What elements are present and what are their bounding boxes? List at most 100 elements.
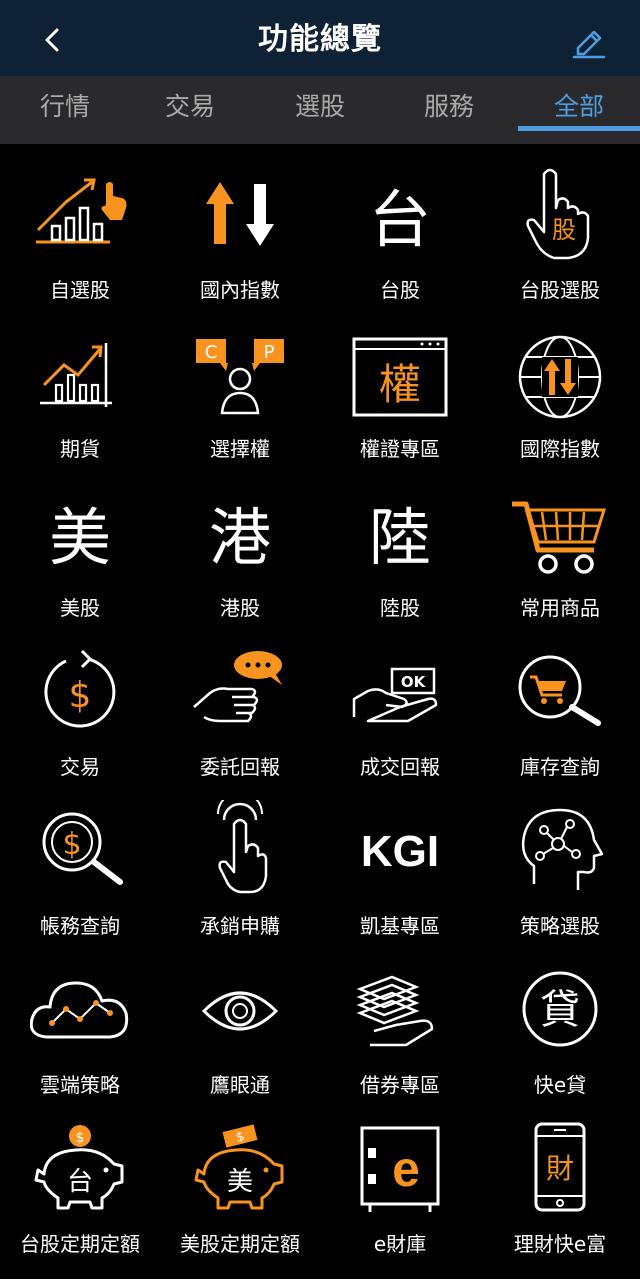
- kgi-logo-icon: KGI: [350, 800, 450, 900]
- item-label: 策略選股: [520, 914, 600, 938]
- grid-item-securities-lending[interactable]: 借券專區: [320, 939, 480, 1098]
- tai-character-icon: 台: [368, 183, 431, 256]
- top-bar: 功能總覽: [0, 0, 640, 76]
- item-label: 常用商品: [520, 596, 600, 620]
- grid-item-e-vault[interactable]: e e財庫: [320, 1098, 480, 1257]
- glyph: 貸: [540, 987, 580, 1033]
- item-label: 美股: [60, 596, 100, 620]
- mei-character-icon: 美: [48, 501, 111, 574]
- grid-item-kgi-zone[interactable]: KGI 凱基專區: [320, 780, 480, 939]
- item-label: 選擇權: [210, 437, 270, 461]
- grid-item-quick-loan[interactable]: 貸 快e貸: [480, 939, 640, 1098]
- grid-item-global-index[interactable]: 國際指數: [480, 303, 640, 462]
- item-label: 國內指數: [200, 278, 280, 302]
- item-label: e財庫: [373, 1232, 427, 1256]
- item-label: 快e貸: [533, 1073, 587, 1097]
- glyph: 美: [227, 1167, 253, 1197]
- glyph: KGI: [361, 827, 439, 876]
- item-label: 國際指數: [520, 437, 600, 461]
- glyph: 股: [552, 216, 576, 244]
- rising-chart-icon: [30, 323, 130, 423]
- grid-item-ipo-subscription[interactable]: 承銷申購: [160, 780, 320, 939]
- grid-item-order-report[interactable]: 委託回報: [160, 621, 320, 780]
- grid-item-us-stock[interactable]: 美 美股: [0, 462, 160, 621]
- hand-ok-bill-icon: OK: [350, 641, 450, 741]
- grid-item-us-regular-investment[interactable]: $ 美 美股定期定額: [160, 1098, 320, 1257]
- grid-item-tw-regular-investment[interactable]: $ 台 台股定期定額: [0, 1098, 160, 1257]
- item-label: 台股定期定額: [20, 1232, 140, 1256]
- glyph: $: [69, 675, 92, 716]
- item-label: 帳務查詢: [40, 914, 120, 938]
- grid-item-account-query[interactable]: $ 帳務查詢: [0, 780, 160, 939]
- item-label: 理財快e富: [513, 1232, 607, 1256]
- glyph: 財: [546, 1152, 574, 1185]
- glyph: 權: [379, 360, 421, 409]
- glyph-c: C: [205, 342, 218, 363]
- item-label: 成交回報: [360, 755, 440, 779]
- phone-wealth-icon: 財: [510, 1118, 610, 1218]
- grid-item-watchlist[interactable]: 自選股: [0, 144, 160, 303]
- item-label: 港股: [220, 596, 260, 620]
- dollar-cycle-icon: $: [30, 641, 130, 741]
- pointing-hand-icon: 股: [510, 164, 610, 264]
- cart-magnifier-icon: [510, 641, 610, 741]
- brain-network-icon: [510, 800, 610, 900]
- grid-item-cn-stock[interactable]: 陸 陸股: [320, 462, 480, 621]
- item-label: 台股: [380, 278, 420, 302]
- grid-item-warrants[interactable]: 權 權證專區: [320, 303, 480, 462]
- page-title: 功能總覽: [258, 22, 382, 57]
- grid-item-domestic-index[interactable]: 國內指數: [160, 144, 320, 303]
- grid-item-inventory[interactable]: 庫存查詢: [480, 621, 640, 780]
- warrant-window-icon: 權: [350, 323, 450, 423]
- chart-with-hand-icon: [30, 164, 130, 264]
- up-down-arrows-icon: [190, 164, 290, 264]
- hand-speech-bubble-icon: [190, 641, 290, 741]
- item-label: 交易: [60, 755, 100, 779]
- tapping-finger-icon: [190, 791, 290, 900]
- active-tab-indicator: [518, 126, 640, 131]
- tab-services[interactable]: 服務: [384, 76, 514, 138]
- item-label: 陸股: [380, 596, 420, 620]
- item-label: 權證專區: [360, 437, 440, 461]
- grid-item-cloud-strategy[interactable]: 雲端策略: [0, 939, 160, 1098]
- dollar-magnifier-icon: $: [30, 800, 130, 900]
- globe-arrows-icon: [510, 323, 610, 423]
- loan-circle-icon: 貸: [510, 959, 610, 1059]
- lu-character-icon: 陸: [368, 501, 431, 574]
- grid-item-hk-stock[interactable]: 港 港股: [160, 462, 320, 621]
- grid-item-options[interactable]: C P 選擇權: [160, 303, 320, 462]
- call-put-person-icon: C P: [190, 323, 290, 423]
- svg-text:$: $: [76, 1130, 85, 1146]
- cloud-chart-icon: [29, 959, 130, 1059]
- grid-item-trade[interactable]: $ 交易: [0, 621, 160, 780]
- item-label: 庫存查詢: [520, 755, 600, 779]
- category-tabs: 行情 交易 選股 服務 全部: [0, 76, 640, 144]
- tab-trade[interactable]: 交易: [125, 76, 255, 138]
- item-label: 凱基專區: [360, 914, 440, 938]
- grid-item-eagle-eye[interactable]: 鷹眼通: [160, 939, 320, 1098]
- piggy-bank-us-icon: $ 美: [190, 1118, 290, 1218]
- tab-market[interactable]: 行情: [0, 76, 130, 138]
- safe-icon: e: [350, 1118, 450, 1218]
- shopping-cart-icon: [510, 482, 610, 582]
- glyph-p: P: [264, 342, 275, 363]
- glyph: e: [392, 1141, 420, 1197]
- grid-item-fill-report[interactable]: OK 成交回報: [320, 621, 480, 780]
- gang-character-icon: 港: [208, 501, 271, 574]
- item-label: 鷹眼通: [210, 1073, 270, 1097]
- item-label: 委託回報: [200, 755, 280, 779]
- pencil-icon[interactable]: [568, 20, 608, 60]
- grid-item-tw-stock-picker[interactable]: 股 台股選股: [480, 144, 640, 303]
- grid-item-futures[interactable]: 期貨: [0, 303, 160, 462]
- piggy-bank-tw-icon: $ 台: [30, 1118, 130, 1218]
- item-label: 美股定期定額: [180, 1232, 300, 1256]
- tab-stock-picker[interactable]: 選股: [255, 76, 385, 138]
- glyph: 台: [67, 1167, 93, 1197]
- grid-item-tw-stock[interactable]: 台 台股: [320, 144, 480, 303]
- item-label: 借券專區: [360, 1073, 440, 1097]
- item-label: 雲端策略: [40, 1073, 120, 1097]
- hand-money-stack-icon: [350, 959, 450, 1059]
- grid-item-strategy-picker[interactable]: 策略選股: [480, 780, 640, 939]
- grid-item-wealth-rich[interactable]: 財 理財快e富: [480, 1098, 640, 1257]
- grid-item-favorites[interactable]: 常用商品: [480, 462, 640, 621]
